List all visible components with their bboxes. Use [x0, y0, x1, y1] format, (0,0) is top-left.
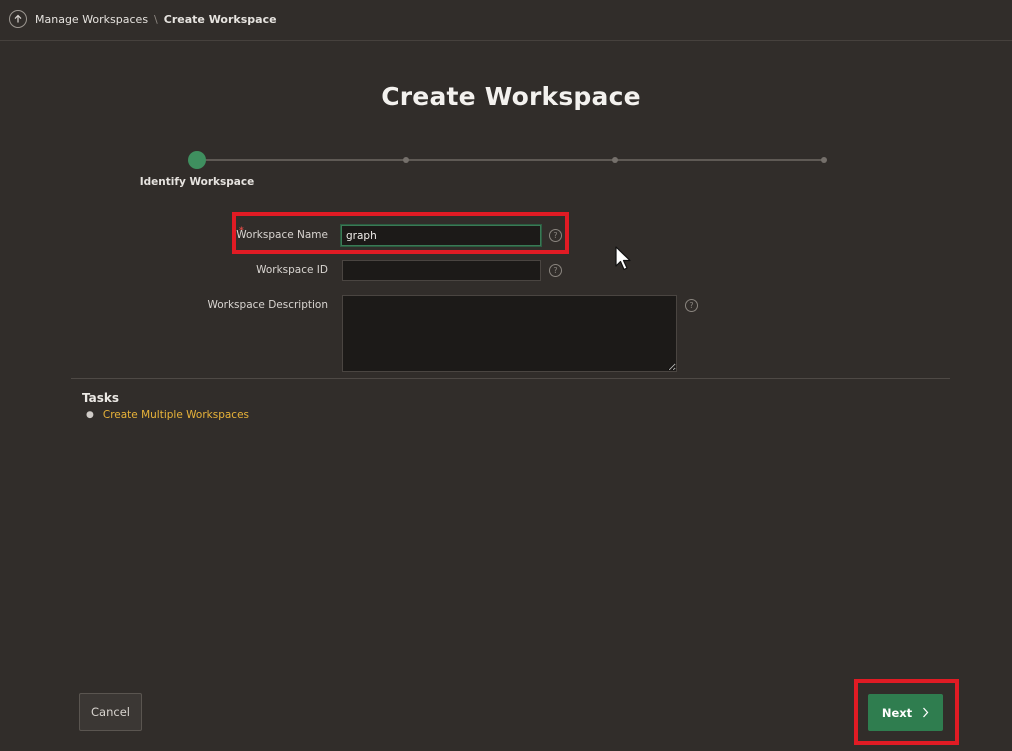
workspace-name-input[interactable] — [341, 225, 541, 246]
breadcrumb-manage-workspaces[interactable]: Manage Workspaces — [35, 13, 148, 26]
chevron-right-icon — [923, 707, 929, 718]
breadcrumb-current: Create Workspace — [163, 13, 277, 26]
workspace-name-label: Workspace Name — [236, 229, 328, 241]
breadcrumb: Manage Workspaces \ Create Workspace — [35, 13, 277, 26]
wizard-step-label: Identify Workspace — [139, 176, 255, 188]
workspace-name-help-icon[interactable]: ? — [549, 229, 562, 242]
wizard-step-3 — [612, 157, 618, 163]
workspace-id-help-icon[interactable]: ? — [549, 264, 562, 277]
wizard-step-1-active — [188, 151, 206, 169]
wizard-step-4 — [821, 157, 827, 163]
page-title: Create Workspace — [381, 82, 641, 111]
next-button[interactable]: Next — [868, 694, 943, 731]
next-button-label: Next — [881, 705, 913, 720]
tasks-heading: Tasks — [82, 391, 120, 405]
workspace-id-label: Workspace ID — [256, 264, 328, 276]
workspace-description-help-icon[interactable]: ? — [685, 299, 698, 312]
bullet-icon: ● — [86, 410, 94, 420]
workspace-description-label: Workspace Description — [207, 299, 328, 311]
up-arrow-icon[interactable] — [9, 10, 27, 28]
breadcrumb-separator: \ — [154, 13, 158, 26]
list-item: ● Create Multiple Workspaces — [86, 409, 249, 421]
workspace-description-textarea[interactable] — [342, 295, 677, 372]
tasks-list: ● Create Multiple Workspaces — [86, 409, 249, 421]
cancel-button[interactable]: Cancel — [79, 693, 142, 731]
wizard-progress-track — [197, 159, 825, 161]
create-multiple-workspaces-link[interactable]: Create Multiple Workspaces — [103, 409, 249, 421]
top-bar: Manage Workspaces \ Create Workspace — [0, 0, 1012, 41]
workspace-id-input[interactable] — [342, 260, 541, 281]
wizard-step-2 — [403, 157, 409, 163]
mouse-pointer-icon — [615, 246, 631, 271]
section-divider — [71, 378, 950, 379]
